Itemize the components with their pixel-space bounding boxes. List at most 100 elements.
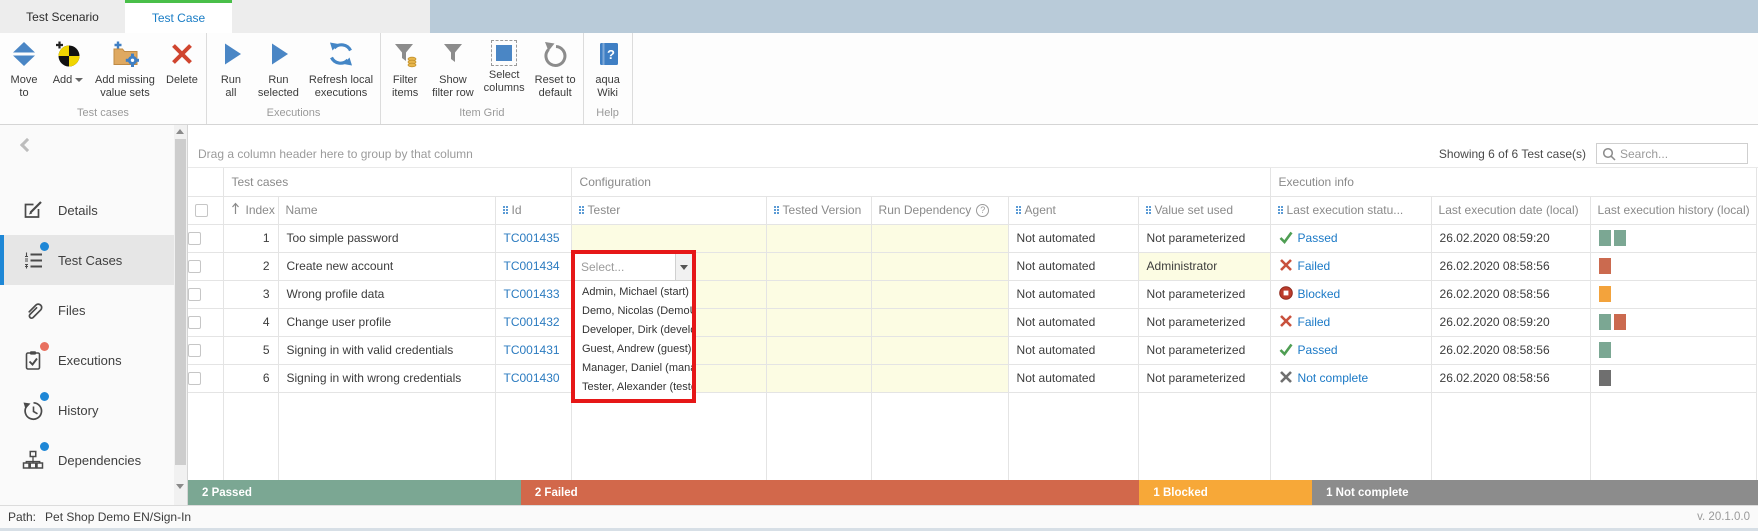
- cell-value-set: Administrator: [1138, 252, 1270, 280]
- select-columns-button[interactable]: Select columns: [479, 38, 530, 97]
- move-to-button[interactable]: Move to: [2, 38, 46, 102]
- table-row[interactable]: 4Change user profileTC001432Not automate…: [188, 308, 1756, 336]
- cell-tested-version[interactable]: [766, 224, 871, 252]
- cell-name: Change user profile: [278, 308, 495, 336]
- table-row[interactable]: 6Signing in with wrong credentialsTC0014…: [188, 364, 1756, 392]
- grid-toolbar: Drag a column header here to group by th…: [188, 140, 1758, 168]
- tester-option[interactable]: Guest, Andrew (guest): [575, 340, 692, 359]
- cell-tested-version[interactable]: [766, 280, 871, 308]
- column-header[interactable]: Tester: [571, 196, 766, 224]
- delete-button[interactable]: Delete: [160, 38, 204, 89]
- sidebar-item-test-cases[interactable]: Test Cases: [0, 235, 175, 285]
- column-header[interactable]: Last execution statu...: [1270, 196, 1431, 224]
- table-row[interactable]: 3Wrong profile dataTC001433Not automated…: [188, 280, 1756, 308]
- column-header[interactable]: Name: [278, 196, 495, 224]
- sidebar-item-executions[interactable]: Executions: [0, 335, 187, 385]
- select-all-checkbox[interactable]: [195, 204, 208, 217]
- cell-run-dependency[interactable]: [871, 280, 1008, 308]
- column-header[interactable]: Last execution date (local): [1431, 196, 1590, 224]
- column-header[interactable]: Run Dependency?: [871, 196, 1008, 224]
- cell-tested-version[interactable]: [766, 336, 871, 364]
- filter-items-button[interactable]: Filter items: [383, 38, 427, 102]
- column-header[interactable]: Index: [223, 196, 278, 224]
- status-link[interactable]: Failed: [1298, 315, 1331, 329]
- aqua-wiki-button[interactable]: ? aqua Wiki: [586, 38, 630, 102]
- search-box[interactable]: [1596, 143, 1748, 164]
- cell-name: Create new account: [278, 252, 495, 280]
- reset-to-default-button[interactable]: Reset to default: [530, 38, 581, 102]
- sidebar-item-details[interactable]: Details: [0, 185, 187, 235]
- column-group-header[interactable]: Test cases: [223, 168, 571, 196]
- sidebar-item-history[interactable]: History: [0, 385, 187, 435]
- status-segment: 2 Passed: [188, 480, 521, 505]
- table-row[interactable]: 1Too simple passwordTC001435Not automate…: [188, 224, 1756, 252]
- status-link[interactable]: Passed: [1298, 343, 1338, 357]
- row-checkbox[interactable]: [188, 344, 201, 357]
- tab-test-case[interactable]: Test Case: [125, 0, 232, 33]
- cell-id-link[interactable]: TC001432: [495, 308, 571, 336]
- failed-icon: [1279, 258, 1293, 275]
- row-checkbox[interactable]: [188, 372, 201, 385]
- cell-tested-version[interactable]: [766, 252, 871, 280]
- cell-run-dependency[interactable]: [871, 252, 1008, 280]
- column-group-header[interactable]: Configuration: [571, 168, 1270, 196]
- scrollbar-thumb[interactable]: [175, 139, 186, 465]
- dependencies-icon: [22, 449, 44, 471]
- status-link[interactable]: Not complete: [1298, 371, 1369, 385]
- cell-id-link[interactable]: TC001434: [495, 252, 571, 280]
- tester-option[interactable]: Demo, Nicolas (DemoUser): [575, 302, 692, 321]
- refresh-local-executions-button[interactable]: Refresh local executions: [304, 38, 378, 102]
- cell-run-dependency[interactable]: [871, 336, 1008, 364]
- sidebar-collapse-button[interactable]: [0, 125, 187, 165]
- column-header[interactable]: Tested Version: [766, 196, 871, 224]
- cell-tested-version[interactable]: [766, 308, 871, 336]
- delete-icon: [168, 40, 196, 71]
- scroll-up-icon[interactable]: [176, 129, 184, 134]
- table-row[interactable]: 5Signing in with valid credentialsTC0014…: [188, 336, 1756, 364]
- column-group-header[interactable]: Execution info: [1270, 168, 1756, 196]
- run-all-button[interactable]: Run all: [209, 38, 253, 102]
- cell-id-link[interactable]: TC001431: [495, 336, 571, 364]
- tester-option[interactable]: Admin, Michael (start): [575, 283, 692, 302]
- show-filter-row-button[interactable]: Show filter row: [427, 38, 479, 102]
- scroll-down-icon[interactable]: [176, 484, 184, 489]
- cell-tested-version[interactable]: [766, 364, 871, 392]
- cell-id-link[interactable]: TC001435: [495, 224, 571, 252]
- table-row[interactable]: 2Create new accountTC001434Not automated…: [188, 252, 1756, 280]
- cell-run-dependency[interactable]: [871, 224, 1008, 252]
- status-link[interactable]: Failed: [1298, 259, 1331, 273]
- row-checkbox[interactable]: [188, 232, 201, 245]
- history-square: [1599, 314, 1611, 330]
- column-header[interactable]: Value set used: [1138, 196, 1270, 224]
- search-input[interactable]: [1620, 147, 1742, 161]
- tester-option[interactable]: Developer, Dirk (developer): [575, 321, 692, 340]
- sidebar-item-files[interactable]: Files: [0, 285, 187, 335]
- status-link[interactable]: Blocked: [1298, 287, 1341, 301]
- cell-run-dependency[interactable]: [871, 308, 1008, 336]
- cell-id-link[interactable]: TC001430: [495, 364, 571, 392]
- row-checkbox[interactable]: [188, 316, 201, 329]
- cell-tester[interactable]: [571, 224, 766, 252]
- sidebar-item-dependencies[interactable]: Dependencies: [0, 435, 187, 485]
- executions-icon: [22, 349, 44, 371]
- tester-option[interactable]: Tester, Alexander (tester): [575, 378, 692, 397]
- sidebar-scrollbar[interactable]: [174, 125, 187, 505]
- run-selected-button[interactable]: Run selected: [253, 38, 304, 102]
- add-button[interactable]: Add: [46, 38, 90, 89]
- tester-select-editor[interactable]: Select...: [575, 254, 692, 281]
- column-header[interactable]: Last execution history (local): [1590, 196, 1756, 224]
- status-link[interactable]: Passed: [1298, 231, 1338, 245]
- dropdown-arrow-button[interactable]: [675, 254, 692, 280]
- cell-run-dependency[interactable]: [871, 364, 1008, 392]
- row-checkbox[interactable]: [188, 288, 201, 301]
- column-header[interactable]: Id: [495, 196, 571, 224]
- tester-option[interactable]: Manager, Daniel (manager): [575, 359, 692, 378]
- row-checkbox[interactable]: [188, 260, 201, 273]
- cell-id-link[interactable]: TC001433: [495, 280, 571, 308]
- tab-test-scenario[interactable]: Test Scenario: [0, 0, 125, 33]
- group-by-banner[interactable]: Drag a column header here to group by th…: [188, 147, 1439, 161]
- blocked-icon: [1279, 286, 1293, 303]
- notification-badge: [40, 442, 49, 451]
- column-header[interactable]: Agent: [1008, 196, 1138, 224]
- add-missing-value-sets-button[interactable]: Add missing value sets: [90, 38, 160, 102]
